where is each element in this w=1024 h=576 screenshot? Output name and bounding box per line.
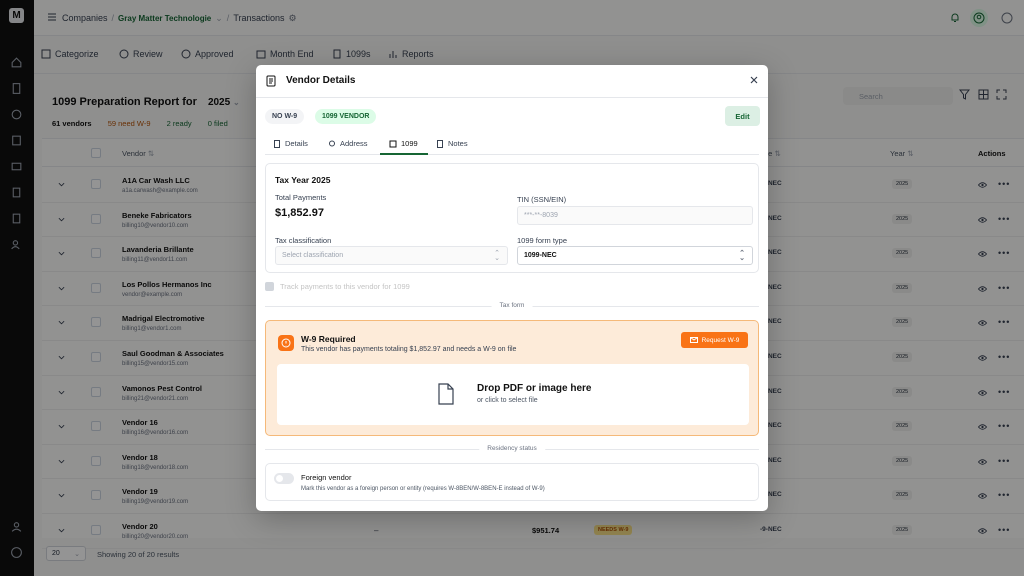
chevron-updown-icon: ⌃ ⌄: [739, 250, 745, 262]
dropzone-title: Drop PDF or image here: [477, 383, 592, 394]
tab-details[interactable]: Details: [273, 139, 308, 148]
tax-form-section-label: Tax form: [491, 302, 533, 309]
foreign-vendor-toggle[interactable]: [274, 473, 294, 484]
file-dropzone[interactable]: Drop PDF or image here or click to selec…: [277, 364, 749, 425]
mail-icon: [689, 337, 698, 343]
tax-classification-label: Tax classification: [275, 236, 332, 245]
file-icon: [437, 383, 455, 405]
w9-required-panel: W-9 Required This vendor has payments to…: [265, 320, 759, 436]
modal-title: Vendor Details: [286, 75, 356, 86]
tab-notes[interactable]: Notes: [436, 139, 468, 148]
foreign-vendor-card: Foreign vendor Mark this vendor as a for…: [265, 463, 759, 501]
tin-field: ***-**-8039: [517, 206, 753, 225]
tax-year-card: Tax Year 2025 Total Payments $1,852.97 T…: [265, 163, 759, 273]
vendor-type-badge: 1099 VENDOR: [315, 109, 377, 124]
chevron-updown-icon: ⌃ ⌄: [494, 250, 500, 262]
active-tab-indicator: [380, 153, 428, 155]
residency-section-label: Residency status: [479, 445, 545, 452]
alert-icon: [278, 335, 294, 351]
request-w9-button[interactable]: Request W-9: [681, 332, 748, 348]
dropzone-subtitle: or click to select file: [477, 397, 538, 404]
edit-button[interactable]: Edit: [725, 106, 760, 126]
w9-title: W-9 Required: [301, 334, 356, 344]
document-icon: [266, 75, 276, 87]
tin-label: TIN (SSN/EIN): [517, 195, 567, 204]
notes-icon: [437, 139, 443, 148]
tab-address[interactable]: Address: [328, 139, 368, 148]
location-pin-icon: [329, 140, 335, 146]
toggle-knob: [276, 475, 283, 482]
foreign-vendor-title: Foreign vendor: [301, 473, 352, 482]
track-1099-checkbox[interactable]: Track payments to this vendor for 1099: [265, 282, 410, 291]
tax-classification-select[interactable]: Select classification ⌃ ⌄: [275, 246, 508, 265]
form-type-select[interactable]: 1099-NEC ⌃ ⌄: [517, 246, 753, 265]
no-w9-badge: NO W-9: [265, 109, 305, 124]
modal-tabs: Details Address 1099 Notes: [265, 135, 759, 155]
details-icon: [274, 139, 280, 148]
tax-year-heading: Tax Year 2025: [275, 175, 331, 185]
w9-description: This vendor has payments totaling $1,852…: [301, 346, 517, 353]
checkbox-icon: [265, 282, 274, 291]
total-payments-label: Total Payments: [275, 193, 327, 202]
modal-header: Vendor Details: [256, 65, 768, 98]
form-icon: [389, 140, 397, 147]
vendor-details-modal: Vendor Details NO W-9 1099 VENDOR Edit D…: [256, 65, 768, 511]
form-type-label: 1099 form type: [517, 236, 568, 245]
close-icon[interactable]: [749, 75, 759, 85]
total-payments-value: $1,852.97: [275, 207, 324, 219]
foreign-vendor-description: Mark this vendor as a foreign person or …: [301, 486, 545, 492]
tab-1099[interactable]: 1099: [389, 139, 418, 148]
